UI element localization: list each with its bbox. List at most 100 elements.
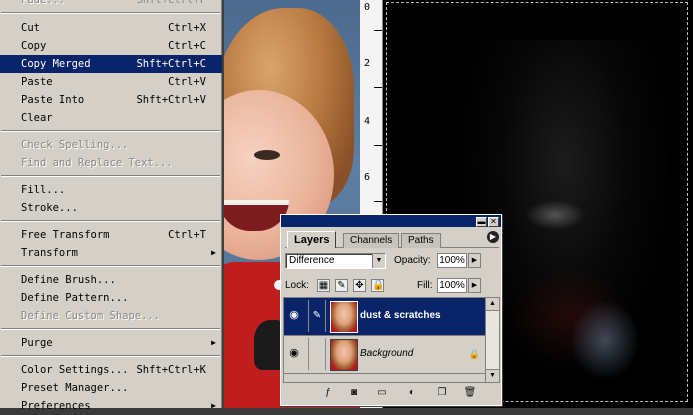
photo-eye xyxy=(254,150,280,160)
palette-bottom-bar: ƒ ◙ ▭ ◐ ❐ 🗑 xyxy=(283,385,499,403)
menu-item-label: Transform xyxy=(21,247,78,259)
lock-transparency-icon[interactable]: ▦ xyxy=(317,279,330,292)
lock-all-icon[interactable]: 🔒 xyxy=(371,279,384,292)
lock-label: Lock: xyxy=(285,280,309,291)
opacity-input[interactable]: 100% xyxy=(437,253,467,268)
menu-item-label: Clear xyxy=(21,112,53,124)
menu-item-label: Fill... xyxy=(21,184,66,196)
lock-image-brush-icon[interactable]: ✎ xyxy=(335,279,348,292)
menu-item-purge[interactable]: Purge ▶ xyxy=(0,334,222,352)
submenu-arrow-icon: ▶ xyxy=(211,401,216,410)
menu-item-shortcut: Shft+Ctrl+K xyxy=(136,364,206,376)
menu-item-paste-into[interactable]: Paste Into Shft+Ctrl+V xyxy=(0,91,222,109)
layer-row-dust-scratches[interactable]: ◉ ✎ dust & scratches xyxy=(284,298,486,336)
menu-separator xyxy=(1,265,220,267)
tab-channels[interactable]: Channels xyxy=(343,233,400,248)
chevron-down-icon: ▼ xyxy=(372,254,385,268)
eye-visibility-icon[interactable]: ◉ xyxy=(288,310,300,321)
add-mask-icon[interactable]: ◙ xyxy=(347,387,361,399)
menu-item-label: Stroke... xyxy=(21,202,78,214)
menu-item-define-brush[interactable]: Define Brush... xyxy=(0,271,222,289)
menu-item-shortcut: Ctrl+C xyxy=(168,40,206,52)
brush-active-icon[interactable]: ✎ xyxy=(308,300,326,332)
menu-separator xyxy=(1,12,220,14)
scroll-up-arrow-icon[interactable]: ▲ xyxy=(486,298,499,311)
menu-item-shortcut: Shft+Ctrl+F xyxy=(136,0,206,6)
menu-item-label: Check Spelling... xyxy=(21,139,129,151)
menu-item-color-settings[interactable]: Color Settings... Shft+Ctrl+K xyxy=(0,361,222,379)
minimize-button[interactable]: ▬ xyxy=(476,217,487,227)
layer-name: Background xyxy=(360,348,414,359)
tab-layers[interactable]: Layers xyxy=(287,231,337,248)
menu-item-fill[interactable]: Fill... xyxy=(0,181,222,199)
menu-separator xyxy=(1,130,220,132)
menu-item-label: Define Pattern... xyxy=(21,292,129,304)
ruler-tick-label: 4 xyxy=(364,116,371,127)
menu-item-paste[interactable]: Paste Ctrl+V xyxy=(0,73,222,91)
menu-item-define-pattern[interactable]: Define Pattern... xyxy=(0,289,222,307)
eye-visibility-icon[interactable]: ◉ xyxy=(288,348,300,359)
palette-tabs: Layers Channels Paths xyxy=(285,231,499,248)
menu-item-preferences[interactable]: Preferences ▶ xyxy=(0,397,222,415)
blend-mode-select[interactable]: Difference ▼ xyxy=(285,253,386,269)
fill-slider-arrow-icon[interactable]: ▶ xyxy=(468,278,481,293)
menu-separator xyxy=(1,175,220,177)
layer-thumbnail xyxy=(330,301,358,333)
ruler-tick-label: 6 xyxy=(364,172,371,183)
close-button[interactable]: ✕ xyxy=(488,217,499,227)
menu-item-transform[interactable]: Transform ▶ xyxy=(0,244,222,262)
menu-item-free-transform[interactable]: Free Transform Ctrl+T xyxy=(0,226,222,244)
menu-item-label: Preferences xyxy=(21,400,91,412)
menu-item-preset-manager[interactable]: Preset Manager... xyxy=(0,379,222,397)
submenu-arrow-icon: ▶ xyxy=(211,338,216,347)
blend-mode-value: Difference xyxy=(289,255,335,266)
new-set-folder-icon[interactable]: ▭ xyxy=(375,387,389,399)
fill-label: Fill: xyxy=(417,280,433,291)
layer-list-scrollbar[interactable]: ▲ ▼ xyxy=(485,297,500,383)
menu-item-label: Fade... xyxy=(21,0,66,6)
lock-icon: 🔒 xyxy=(468,349,480,359)
trash-icon[interactable]: 🗑 xyxy=(463,387,477,399)
layer-row-background[interactable]: ◉ Background 🔒 xyxy=(284,336,486,374)
menu-item-shortcut: Ctrl+X xyxy=(168,22,206,34)
menu-separator xyxy=(1,220,220,222)
fill-input[interactable]: 100% xyxy=(437,278,467,293)
adjustment-layer-icon[interactable]: ◐ xyxy=(405,387,419,399)
menu-item-check-spelling[interactable]: Check Spelling... xyxy=(0,136,222,154)
opacity-label: Opacity: xyxy=(394,255,431,266)
menu-item-shortcut: Ctrl+T xyxy=(168,229,206,241)
difference-teeth xyxy=(525,200,585,230)
ruler-tick-label: 0 xyxy=(364,2,371,13)
tab-paths[interactable]: Paths xyxy=(401,233,441,248)
opacity-slider-arrow-icon[interactable]: ▶ xyxy=(468,253,481,268)
edit-menu: Fade... Shft+Ctrl+F Cut Ctrl+X Copy Ctrl… xyxy=(0,0,224,412)
link-slot-icon[interactable] xyxy=(308,338,326,370)
menu-item-define-custom-shape[interactable]: Define Custom Shape... xyxy=(0,307,222,325)
menu-item-label: Cut xyxy=(21,22,40,34)
menu-item-fade[interactable]: Fade... Shft+Ctrl+F xyxy=(0,0,222,9)
menu-item-label: Find and Replace Text... xyxy=(21,157,173,169)
new-layer-icon[interactable]: ❐ xyxy=(435,387,449,399)
menu-item-shortcut: Shft+Ctrl+V xyxy=(136,94,206,106)
menu-item-label: Copy xyxy=(21,40,47,52)
menu-item-label: Paste xyxy=(21,76,53,88)
menu-item-label: Preset Manager... xyxy=(21,382,129,394)
lock-position-move-icon[interactable]: ✥ xyxy=(353,279,366,292)
menu-item-copy[interactable]: Copy Ctrl+C xyxy=(0,37,222,55)
layers-palette: ▬ ✕ Layers Channels Paths ▶ Difference ▼… xyxy=(280,214,502,406)
menu-item-shortcut: Ctrl+V xyxy=(168,76,206,88)
menu-item-find-replace[interactable]: Find and Replace Text... xyxy=(0,154,222,172)
scroll-down-arrow-icon[interactable]: ▼ xyxy=(486,369,499,382)
layer-style-icon[interactable]: ƒ xyxy=(321,387,335,399)
menu-item-stroke[interactable]: Stroke... xyxy=(0,199,222,217)
menu-item-label: Paste Into xyxy=(21,94,85,106)
difference-print xyxy=(570,300,640,380)
menu-item-copy-merged[interactable]: Copy Merged Shft+Ctrl+C xyxy=(0,55,222,73)
menu-item-clear[interactable]: Clear xyxy=(0,109,222,127)
menu-item-shortcut: Shft+Ctrl+C xyxy=(136,58,206,70)
palette-title-bar[interactable]: ▬ ✕ xyxy=(281,215,501,227)
palette-menu-icon[interactable]: ▶ xyxy=(487,231,499,243)
menu-separator xyxy=(1,328,220,330)
menu-item-label: Free Transform xyxy=(21,229,110,241)
menu-item-cut[interactable]: Cut Ctrl+X xyxy=(0,19,222,37)
